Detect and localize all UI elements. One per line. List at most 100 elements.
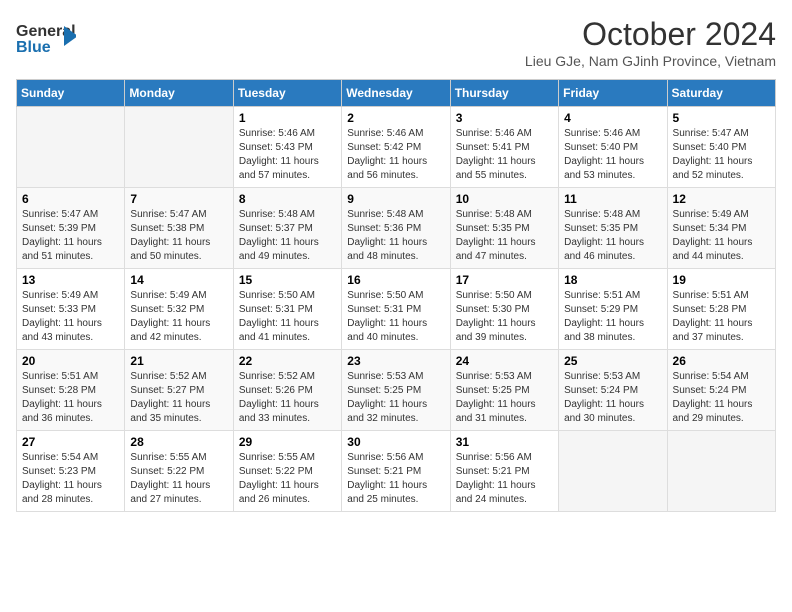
calendar-week-1: 1Sunrise: 5:46 AM Sunset: 5:43 PM Daylig… <box>17 107 776 188</box>
day-info: Sunrise: 5:48 AM Sunset: 5:36 PM Dayligh… <box>347 208 444 264</box>
calendar-cell: 24 Sunrise: 5:53 AM Sunset: 5:25 PM Dayli… <box>450 350 558 431</box>
calendar-cell: 19 Sunrise: 5:51 AM Sunset: 5:28 PM Dayli… <box>667 269 775 350</box>
day-number: 8 <box>239 192 336 206</box>
day-number: 3 <box>456 111 553 125</box>
day-info: Sunrise: 5:53 AM Sunset: 5:24 PM Dayligh… <box>564 370 661 426</box>
calendar-cell: 17 Sunrise: 5:50 AM Sunset: 5:30 PM Dayli… <box>450 269 558 350</box>
day-number: 25 <box>564 354 661 368</box>
day-number: 7 <box>130 192 227 206</box>
day-number: 11 <box>564 192 661 206</box>
calendar-cell: 12 Sunrise: 5:49 AM Sunset: 5:34 PM Dayli… <box>667 188 775 269</box>
day-number: 13 <box>22 273 119 287</box>
day-number: 15 <box>239 273 336 287</box>
day-info: Sunrise: 5:46 AM Sunset: 5:41 PM Dayligh… <box>456 127 553 183</box>
calendar-cell: 27 Sunrise: 5:54 AM Sunset: 5:23 PM Dayli… <box>17 431 125 512</box>
day-number: 12 <box>673 192 770 206</box>
calendar-table: SundayMondayTuesdayWednesdayThursdayFrid… <box>16 79 776 512</box>
calendar-cell: 30 Sunrise: 5:56 AM Sunset: 5:21 PM Dayli… <box>342 431 450 512</box>
calendar-cell: 26 Sunrise: 5:54 AM Sunset: 5:24 PM Dayli… <box>667 350 775 431</box>
day-number: 9 <box>347 192 444 206</box>
calendar-cell: 16 Sunrise: 5:50 AM Sunset: 5:31 PM Dayli… <box>342 269 450 350</box>
calendar-cell: 2Sunrise: 5:46 AM Sunset: 5:42 PM Daylig… <box>342 107 450 188</box>
calendar-week-5: 27 Sunrise: 5:54 AM Sunset: 5:23 PM Dayli… <box>17 431 776 512</box>
calendar-cell: 20Sunrise: 5:51 AM Sunset: 5:28 PM Dayli… <box>17 350 125 431</box>
day-number: 21 <box>130 354 227 368</box>
day-number: 30 <box>347 435 444 449</box>
title-area: October 2024 Lieu GJe, Nam GJinh Provinc… <box>525 16 776 69</box>
day-number: 5 <box>673 111 770 125</box>
logo-icon: General Blue <box>16 16 76 61</box>
calendar-cell: 7 Sunrise: 5:47 AM Sunset: 5:38 PM Daylig… <box>125 188 233 269</box>
day-number: 16 <box>347 273 444 287</box>
day-info: Sunrise: 5:47 AM Sunset: 5:38 PM Dayligh… <box>130 208 227 264</box>
calendar-cell: 22Sunrise: 5:52 AM Sunset: 5:26 PM Dayli… <box>233 350 341 431</box>
day-info: Sunrise: 5:56 AM Sunset: 5:21 PM Dayligh… <box>456 451 553 507</box>
page-header: General Blue October 2024 Lieu GJe, Nam … <box>16 16 776 69</box>
weekday-header-wednesday: Wednesday <box>342 80 450 107</box>
calendar-cell: 18 Sunrise: 5:51 AM Sunset: 5:29 PM Dayli… <box>559 269 667 350</box>
day-info: Sunrise: 5:50 AM Sunset: 5:31 PM Dayligh… <box>347 289 444 345</box>
day-info: Sunrise: 5:53 AM Sunset: 5:25 PM Dayligh… <box>456 370 553 426</box>
day-number: 2 <box>347 111 444 125</box>
day-info: Sunrise: 5:47 AM Sunset: 5:40 PM Dayligh… <box>673 127 770 183</box>
calendar-cell: 15Sunrise: 5:50 AM Sunset: 5:31 PM Dayli… <box>233 269 341 350</box>
weekday-header-monday: Monday <box>125 80 233 107</box>
month-title: October 2024 <box>525 16 776 53</box>
day-info: Sunrise: 5:48 AM Sunset: 5:35 PM Dayligh… <box>456 208 553 264</box>
calendar-week-3: 13Sunrise: 5:49 AM Sunset: 5:33 PM Dayli… <box>17 269 776 350</box>
day-number: 6 <box>22 192 119 206</box>
weekday-header-friday: Friday <box>559 80 667 107</box>
day-number: 19 <box>673 273 770 287</box>
calendar-cell: 14Sunrise: 5:49 AM Sunset: 5:32 PM Dayli… <box>125 269 233 350</box>
day-number: 18 <box>564 273 661 287</box>
calendar-cell: 3 Sunrise: 5:46 AM Sunset: 5:41 PM Daylig… <box>450 107 558 188</box>
day-number: 23 <box>347 354 444 368</box>
day-info: Sunrise: 5:50 AM Sunset: 5:30 PM Dayligh… <box>456 289 553 345</box>
day-info: Sunrise: 5:54 AM Sunset: 5:24 PM Dayligh… <box>673 370 770 426</box>
day-info: Sunrise: 5:52 AM Sunset: 5:26 PM Dayligh… <box>239 370 336 426</box>
calendar-cell <box>667 431 775 512</box>
day-number: 10 <box>456 192 553 206</box>
calendar-cell: 25 Sunrise: 5:53 AM Sunset: 5:24 PM Dayli… <box>559 350 667 431</box>
day-info: Sunrise: 5:48 AM Sunset: 5:37 PM Dayligh… <box>239 208 336 264</box>
day-number: 27 <box>22 435 119 449</box>
day-info: Sunrise: 5:51 AM Sunset: 5:28 PM Dayligh… <box>673 289 770 345</box>
calendar-cell: 29Sunrise: 5:55 AM Sunset: 5:22 PM Dayli… <box>233 431 341 512</box>
day-number: 28 <box>130 435 227 449</box>
calendar-week-2: 6 Sunrise: 5:47 AM Sunset: 5:39 PM Daylig… <box>17 188 776 269</box>
day-info: Sunrise: 5:54 AM Sunset: 5:23 PM Dayligh… <box>22 451 119 507</box>
day-info: Sunrise: 5:47 AM Sunset: 5:39 PM Dayligh… <box>22 208 119 264</box>
calendar-cell: 11Sunrise: 5:48 AM Sunset: 5:35 PM Dayli… <box>559 188 667 269</box>
calendar-cell: 6 Sunrise: 5:47 AM Sunset: 5:39 PM Daylig… <box>17 188 125 269</box>
day-info: Sunrise: 5:51 AM Sunset: 5:29 PM Dayligh… <box>564 289 661 345</box>
calendar-cell <box>125 107 233 188</box>
day-info: Sunrise: 5:46 AM Sunset: 5:43 PM Dayligh… <box>239 127 336 183</box>
day-info: Sunrise: 5:53 AM Sunset: 5:25 PM Dayligh… <box>347 370 444 426</box>
day-info: Sunrise: 5:49 AM Sunset: 5:34 PM Dayligh… <box>673 208 770 264</box>
svg-text:Blue: Blue <box>16 39 51 56</box>
day-number: 29 <box>239 435 336 449</box>
calendar-cell <box>17 107 125 188</box>
day-number: 24 <box>456 354 553 368</box>
calendar-cell: 8 Sunrise: 5:48 AM Sunset: 5:37 PM Daylig… <box>233 188 341 269</box>
calendar-cell: 1Sunrise: 5:46 AM Sunset: 5:43 PM Daylig… <box>233 107 341 188</box>
day-info: Sunrise: 5:51 AM Sunset: 5:28 PM Dayligh… <box>22 370 119 426</box>
day-info: Sunrise: 5:46 AM Sunset: 5:40 PM Dayligh… <box>564 127 661 183</box>
calendar-cell: 9 Sunrise: 5:48 AM Sunset: 5:36 PM Daylig… <box>342 188 450 269</box>
calendar-cell: 4 Sunrise: 5:46 AM Sunset: 5:40 PM Daylig… <box>559 107 667 188</box>
location-subtitle: Lieu GJe, Nam GJinh Province, Vietnam <box>525 53 776 69</box>
calendar-cell: 5 Sunrise: 5:47 AM Sunset: 5:40 PM Daylig… <box>667 107 775 188</box>
calendar-cell: 21Sunrise: 5:52 AM Sunset: 5:27 PM Dayli… <box>125 350 233 431</box>
calendar-cell <box>559 431 667 512</box>
day-number: 4 <box>564 111 661 125</box>
calendar-cell: 10 Sunrise: 5:48 AM Sunset: 5:35 PM Dayli… <box>450 188 558 269</box>
day-info: Sunrise: 5:56 AM Sunset: 5:21 PM Dayligh… <box>347 451 444 507</box>
calendar-week-4: 20Sunrise: 5:51 AM Sunset: 5:28 PM Dayli… <box>17 350 776 431</box>
day-info: Sunrise: 5:49 AM Sunset: 5:32 PM Dayligh… <box>130 289 227 345</box>
weekday-header-saturday: Saturday <box>667 80 775 107</box>
weekday-header-row: SundayMondayTuesdayWednesdayThursdayFrid… <box>17 80 776 107</box>
day-number: 17 <box>456 273 553 287</box>
day-info: Sunrise: 5:55 AM Sunset: 5:22 PM Dayligh… <box>130 451 227 507</box>
day-number: 26 <box>673 354 770 368</box>
weekday-header-tuesday: Tuesday <box>233 80 341 107</box>
